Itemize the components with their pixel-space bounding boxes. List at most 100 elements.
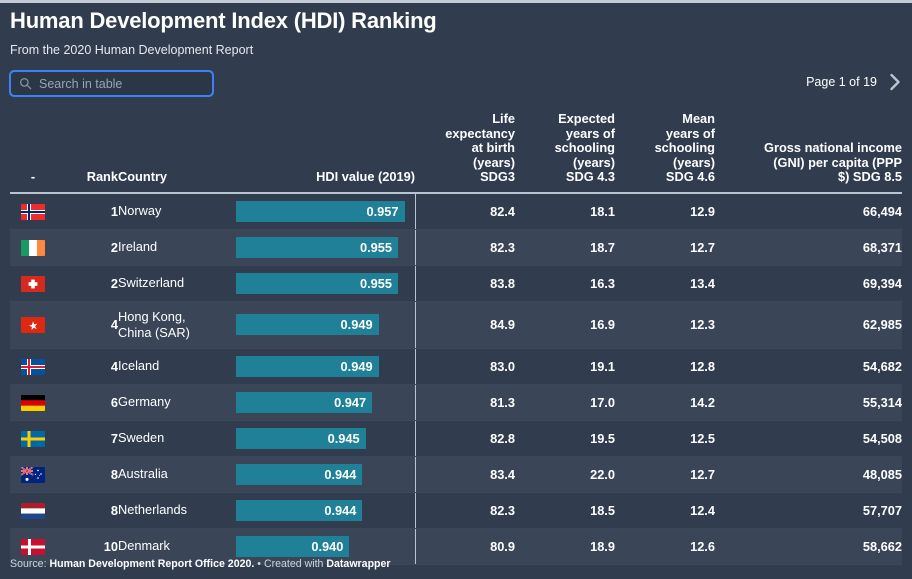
hdi-bar: 0.957 [236, 201, 405, 222]
row-expected-years-schooling: 16.3 [515, 265, 615, 301]
row-country: Hong Kong, China (SAR) [118, 301, 228, 348]
column-header-flag[interactable]: - [10, 112, 56, 193]
row-mean-years-schooling: 12.7 [615, 229, 715, 265]
row-mean-years-schooling: 12.5 [615, 420, 715, 456]
row-flag-cell [10, 348, 56, 384]
germany-flag [21, 394, 45, 409]
row-hdi-cell: 0.949 [228, 348, 415, 384]
row-rank: 4 [56, 301, 118, 348]
hdi-bar: 0.945 [236, 428, 366, 449]
table-header-row: - Rank Country HDI value (2019) Life exp… [10, 112, 902, 193]
chevron-right-icon[interactable] [889, 72, 902, 92]
column-header-expected-years-schooling[interactable]: Expected years of schooling (years) SDG … [515, 112, 615, 193]
hdi-bar: 0.955 [236, 273, 398, 294]
hdi-value-label: 0.955 [360, 276, 398, 291]
row-country: Germany [118, 384, 228, 420]
column-header-country[interactable]: Country [118, 112, 228, 193]
row-country: Norway [118, 193, 228, 230]
iceland-flag [21, 358, 45, 373]
row-gni: 54,682 [715, 348, 902, 384]
row-gni: 55,314 [715, 384, 902, 420]
row-life-expectancy: 82.8 [415, 420, 515, 456]
row-hdi-cell: 0.944 [228, 492, 415, 528]
row-flag-cell [10, 456, 56, 492]
hdi-bar-track: 0.940 [236, 536, 405, 557]
row-rank: 2 [56, 265, 118, 301]
row-hdi-cell: 0.955 [228, 265, 415, 301]
table-header: - Rank Country HDI value (2019) Life exp… [10, 112, 902, 193]
column-header-gni[interactable]: Gross national income (GNI) per capita (… [715, 112, 902, 193]
hdi-bar-track: 0.955 [236, 237, 405, 258]
hdi-bar-track: 0.949 [236, 314, 405, 335]
row-rank: 7 [56, 420, 118, 456]
table-row[interactable]: 8Australia0.94483.422.012.748,085 [10, 456, 902, 492]
row-mean-years-schooling: 12.3 [615, 301, 715, 348]
row-rank: 8 [56, 492, 118, 528]
table-row[interactable]: 4Iceland0.94983.019.112.854,682 [10, 348, 902, 384]
row-rank: 6 [56, 384, 118, 420]
table-row[interactable]: 8Netherlands0.94482.318.512.457,707 [10, 492, 902, 528]
hdi-bar: 0.947 [236, 392, 372, 413]
netherlands-flag [21, 502, 45, 517]
row-rank: 1 [56, 193, 118, 230]
hdi-bar-track: 0.945 [236, 428, 405, 449]
column-header-hdi[interactable]: HDI value (2019) [228, 112, 415, 193]
hdi-table: - Rank Country HDI value (2019) Life exp… [10, 112, 902, 565]
hdi-bar: 0.944 [236, 464, 362, 485]
page-subtitle: From the 2020 Human Development Report [10, 43, 253, 57]
footer-separator: • [254, 558, 264, 570]
hdi-value-label: 0.949 [341, 359, 379, 374]
hdi-bar-track: 0.957 [236, 201, 405, 222]
row-mean-years-schooling: 14.2 [615, 384, 715, 420]
table-body: 1Norway0.95782.418.112.966,4942Ireland0.… [10, 193, 902, 565]
table-row[interactable]: 4Hong Kong, China (SAR)0.94984.916.912.3… [10, 301, 902, 348]
search-input[interactable]: Search in table [10, 71, 213, 96]
row-expected-years-schooling: 17.0 [515, 384, 615, 420]
row-hdi-cell: 0.945 [228, 420, 415, 456]
row-gni: 66,494 [715, 193, 902, 230]
row-mean-years-schooling: 13.4 [615, 265, 715, 301]
table-row[interactable]: 2Ireland0.95582.318.712.768,371 [10, 229, 902, 265]
row-gni: 57,707 [715, 492, 902, 528]
table-row[interactable]: 6Germany 0.947 81.317.014.255,314 [10, 384, 902, 420]
row-rank: 4 [56, 348, 118, 384]
row-life-expectancy: 81.3 [415, 384, 515, 420]
row-life-expectancy: 83.4 [415, 456, 515, 492]
hdi-bar-track: 0.944 [236, 464, 405, 485]
row-life-expectancy: 83.8 [415, 265, 515, 301]
row-mean-years-schooling: 12.9 [615, 193, 715, 230]
row-gni: 68,371 [715, 229, 902, 265]
row-life-expectancy: 82.3 [415, 492, 515, 528]
row-country: Sweden [118, 420, 228, 456]
row-life-expectancy: 83.0 [415, 348, 515, 384]
footer-created-prefix: Created with [264, 558, 326, 570]
row-flag-cell [10, 265, 56, 301]
row-expected-years-schooling: 18.5 [515, 492, 615, 528]
row-hdi-cell: 0.955 [228, 229, 415, 265]
column-header-rank[interactable]: Rank [56, 112, 118, 193]
row-flag-cell [10, 420, 56, 456]
row-flag-cell [10, 384, 56, 420]
table-row[interactable]: 7Sweden0.94582.819.512.554,508 [10, 420, 902, 456]
footer-credit: Source: Human Development Report Office … [10, 558, 391, 570]
table-row[interactable]: 1Norway0.95782.418.112.966,494 [10, 193, 902, 230]
denmark-flag [21, 538, 45, 553]
row-life-expectancy: 80.9 [415, 528, 515, 564]
hdi-bar: 0.955 [236, 237, 398, 258]
row-gni: 48,085 [715, 456, 902, 492]
footer-created-name[interactable]: Datawrapper [326, 558, 390, 570]
row-gni: 69,394 [715, 265, 902, 301]
row-hdi-cell: 0.947 [228, 384, 415, 420]
table-row[interactable]: 2Switzerland0.95583.816.313.469,394 [10, 265, 902, 301]
page-title: Human Development Index (HDI) Ranking [10, 8, 437, 34]
datawrapper-table-page: Human Development Index (HDI) Ranking Fr… [0, 0, 912, 579]
row-hdi-cell: 0.957 [228, 193, 415, 230]
hdi-value-label: 0.949 [341, 317, 379, 332]
column-header-mean-years-schooling[interactable]: Mean years of schooling (years) SDG 4.6 [615, 112, 715, 193]
row-gni: 62,985 [715, 301, 902, 348]
hdi-value-label: 0.945 [328, 431, 366, 446]
norway-flag [21, 203, 45, 218]
row-gni: 54,508 [715, 420, 902, 456]
column-header-life-expectancy[interactable]: Life expectancy at birth (years) SDG3 [415, 112, 515, 193]
row-country: Netherlands [118, 492, 228, 528]
